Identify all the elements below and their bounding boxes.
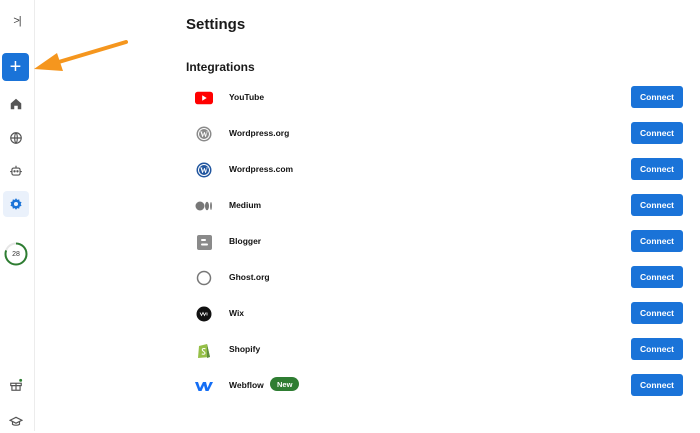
integration-name: Ghost.org — [229, 272, 270, 282]
youtube-icon — [195, 90, 213, 106]
wordpress-org-icon: W — [195, 126, 213, 142]
connect-button[interactable]: Connect — [631, 338, 683, 360]
connect-button[interactable]: Connect — [631, 374, 683, 396]
integration-name: Webflow — [229, 380, 264, 390]
integration-name: Wordpress.org — [229, 128, 290, 138]
medium-icon — [195, 198, 213, 214]
wix-icon — [195, 306, 213, 322]
annotation-arrow — [34, 40, 128, 71]
svg-text:W: W — [200, 166, 208, 175]
page-title: Settings — [186, 16, 246, 33]
integration-name: Wix — [229, 308, 245, 318]
shopify-icon — [195, 342, 213, 358]
integration-row: Blogger Connect — [186, 230, 684, 254]
integration-row: W Wordpress.com Connect — [186, 158, 684, 182]
integration-row: W Wordpress.org Connect — [186, 122, 684, 146]
progress-value: 28 — [12, 250, 20, 258]
gift-icon[interactable] — [5, 374, 27, 396]
new-badge: New — [270, 377, 300, 391]
ghost-icon — [195, 270, 213, 286]
integration-row: Wix Connect — [186, 302, 684, 326]
integration-row: Webflow New Connect — [186, 374, 684, 398]
svg-text:W: W — [200, 130, 208, 139]
integration-name: Blogger — [229, 236, 262, 246]
graduation-cap-icon[interactable] — [5, 411, 27, 433]
wordpress-com-icon: W — [195, 162, 213, 178]
settings-icon[interactable] — [3, 191, 29, 217]
integration-name: Shopify — [229, 344, 261, 354]
new-button[interactable]: + — [2, 53, 29, 81]
connect-button[interactable]: Connect — [631, 230, 683, 252]
section-title: Integrations — [186, 60, 255, 74]
collapse-sidebar-button[interactable]: >| — [0, 10, 34, 32]
connect-button[interactable]: Connect — [631, 122, 683, 144]
connect-button[interactable]: Connect — [631, 302, 683, 324]
webflow-icon — [195, 378, 213, 394]
connect-button[interactable]: Connect — [631, 158, 683, 180]
robot-icon[interactable] — [5, 160, 27, 182]
home-icon[interactable] — [5, 93, 27, 115]
integration-row: Ghost.org Connect — [186, 266, 684, 290]
connect-button[interactable]: Connect — [631, 266, 683, 288]
integration-name: Wordpress.com — [229, 164, 294, 174]
connect-button[interactable]: Connect — [631, 194, 683, 216]
integration-name: Medium — [229, 200, 262, 210]
integration-row: Medium Connect — [186, 194, 684, 218]
integration-row: Shopify Connect — [186, 338, 684, 362]
integration-name: YouTube — [229, 92, 265, 102]
blogger-icon — [195, 234, 213, 250]
globe-icon[interactable] — [5, 127, 27, 149]
integration-row: YouTube Connect — [186, 86, 684, 110]
connect-button[interactable]: Connect — [631, 86, 683, 108]
